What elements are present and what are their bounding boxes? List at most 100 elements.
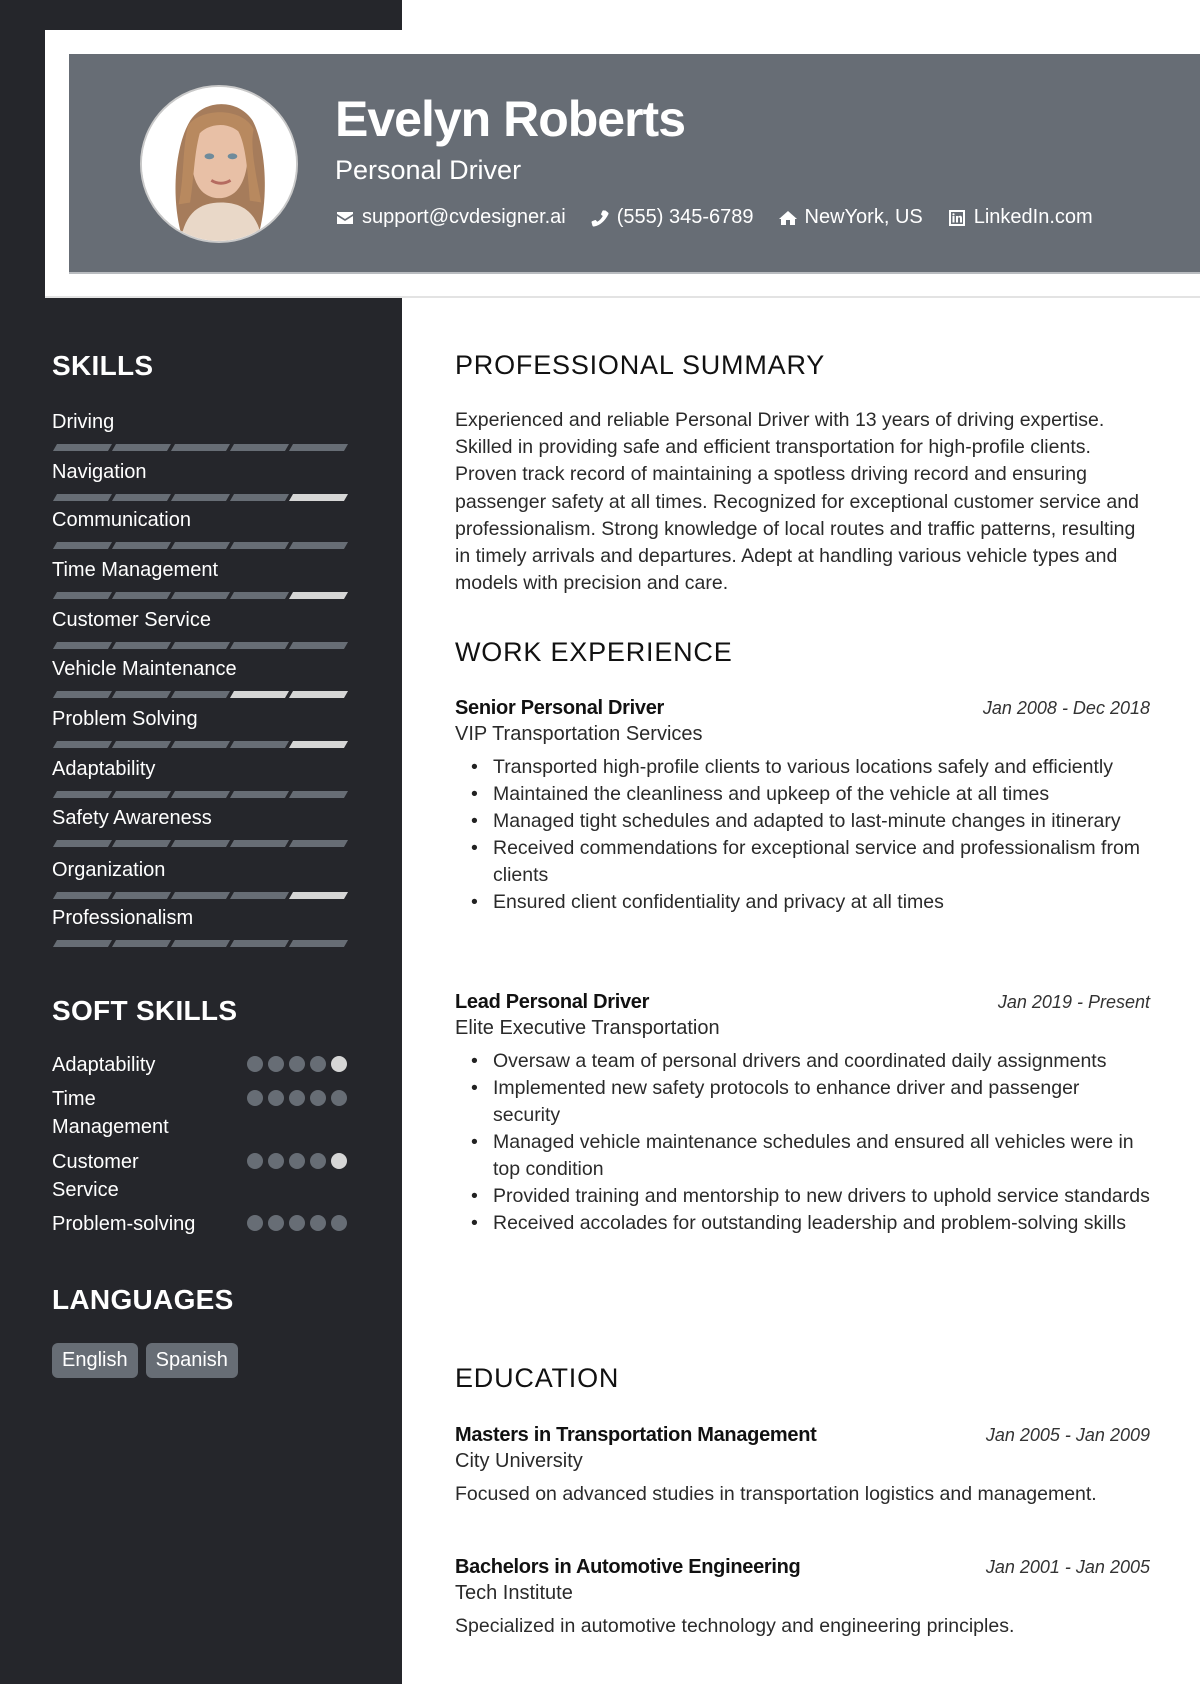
skill-rating-bar [52, 791, 352, 798]
rating-segment [52, 840, 113, 847]
rating-segment [170, 741, 231, 748]
job-bullet: Managed vehicle maintenance schedules an… [471, 1129, 1150, 1183]
soft-skill-item: Customer Service [52, 1148, 352, 1204]
language-tag: English [52, 1343, 138, 1378]
degree-description: Specialized in automotive technology and… [455, 1615, 1015, 1637]
summary-text: Experienced and reliable Personal Driver… [455, 409, 1139, 595]
skill-item: Organization [52, 858, 352, 899]
rating-segment [111, 592, 172, 599]
rating-dot [310, 1090, 326, 1106]
skill-rating-bar [52, 642, 352, 649]
job-bullets: Oversaw a team of personal drivers and c… [455, 1048, 1150, 1237]
rating-segment [52, 642, 113, 649]
contact-location-text: NewYork, US [804, 206, 923, 228]
rating-segment [52, 791, 113, 798]
rating-dot [247, 1153, 263, 1169]
rating-segment [288, 444, 349, 451]
skill-name: Professionalism [52, 907, 194, 929]
rating-dot [289, 1056, 305, 1072]
languages-list: English Spanish [52, 1343, 238, 1378]
skill-rating-bar [52, 592, 352, 599]
candidate-title: Personal Driver [335, 155, 522, 185]
rating-segment [288, 892, 349, 899]
rating-segment [52, 444, 113, 451]
rating-dot [268, 1215, 284, 1231]
skill-item: Adaptability [52, 757, 352, 798]
rating-segment [52, 892, 113, 899]
skill-item: Customer Service [52, 608, 352, 649]
job-bullet: Transported high-profile clients to vari… [471, 754, 1150, 781]
contact-linkedin[interactable]: LinkedIn.com [947, 206, 1093, 229]
education-heading: EDUCATION [455, 1363, 620, 1393]
skill-name: Safety Awareness [52, 807, 212, 829]
rating-segment [170, 940, 231, 947]
skill-item: Problem Solving [52, 707, 352, 748]
rating-segment [288, 592, 349, 599]
job-title: Senior Personal Driver [455, 697, 665, 719]
rating-segment [170, 791, 231, 798]
rating-segment [288, 791, 349, 798]
rating-segment [229, 791, 290, 798]
job-bullet: Oversaw a team of personal drivers and c… [471, 1048, 1150, 1075]
envelope-icon [337, 211, 353, 224]
soft-skill-name: Customer Service [52, 1151, 139, 1201]
soft-skill-name: Problem-solving [52, 1213, 196, 1235]
rating-segment [52, 592, 113, 599]
degree-dates: Jan 2005 - Jan 2009 [985, 1425, 1150, 1445]
rating-dot [289, 1215, 305, 1231]
job-bullets: Transported high-profile clients to vari… [455, 754, 1150, 916]
rating-segment [170, 444, 231, 451]
education-entry: Bachelors in Automotive Engineering Jan … [455, 1556, 1150, 1638]
contact-row: support@cvdesigner.ai (555) 345-6789 New… [335, 206, 1093, 229]
rating-segment [288, 642, 349, 649]
rating-segment [111, 691, 172, 698]
skill-rating-bar [52, 444, 352, 451]
contact-email-text: support@cvdesigner.ai [362, 206, 566, 228]
job-bullet: Ensured client confidentiality and priva… [471, 889, 1150, 916]
rating-dot [289, 1153, 305, 1169]
rating-segment [288, 741, 349, 748]
job-bullet: Received commendations for exceptional s… [471, 835, 1150, 889]
rating-segment [52, 691, 113, 698]
portrait-image [142, 87, 296, 241]
skill-rating-bar [52, 940, 352, 947]
profile-photo [140, 85, 298, 243]
rating-segment [229, 444, 290, 451]
company-name: VIP Transportation Services [455, 723, 703, 745]
skill-name: Vehicle Maintenance [52, 658, 237, 680]
candidate-name: Evelyn Roberts [335, 91, 686, 147]
contact-linkedin-text: LinkedIn.com [973, 206, 1093, 228]
rating-segment [170, 840, 231, 847]
soft-skill-rating-dots [247, 1153, 347, 1169]
rating-segment [111, 642, 172, 649]
rating-segment [52, 494, 113, 501]
rating-segment [229, 840, 290, 847]
skill-rating-bar [52, 494, 352, 501]
rating-segment [229, 592, 290, 599]
rating-segment [52, 940, 113, 947]
contact-location[interactable]: NewYork, US [778, 206, 923, 229]
soft-skill-rating-dots [247, 1056, 347, 1072]
skill-name: Adaptability [52, 758, 156, 780]
rating-segment [111, 444, 172, 451]
soft-skill-item: Time Management [52, 1085, 352, 1141]
rating-segment [111, 542, 172, 549]
skill-item: Professionalism [52, 906, 352, 947]
rating-segment [52, 741, 113, 748]
rating-segment [170, 494, 231, 501]
skill-item: Vehicle Maintenance [52, 657, 352, 698]
school-name: Tech Institute [455, 1582, 573, 1604]
rating-segment [229, 494, 290, 501]
rating-dot [289, 1090, 305, 1106]
soft-skill-name: Adaptability [52, 1054, 156, 1076]
rating-segment [52, 542, 113, 549]
soft-skills-heading: SOFT SKILLS [52, 995, 238, 1026]
rating-segment [229, 691, 290, 698]
rating-dot [310, 1215, 326, 1231]
rating-segment [111, 940, 172, 947]
contact-phone[interactable]: (555) 345-6789 [590, 206, 754, 229]
degree-title: Bachelors in Automotive Engineering [455, 1556, 801, 1578]
skill-item: Communication [52, 508, 352, 549]
skills-heading: SKILLS [52, 350, 154, 381]
contact-email[interactable]: support@cvdesigner.ai [335, 206, 566, 229]
